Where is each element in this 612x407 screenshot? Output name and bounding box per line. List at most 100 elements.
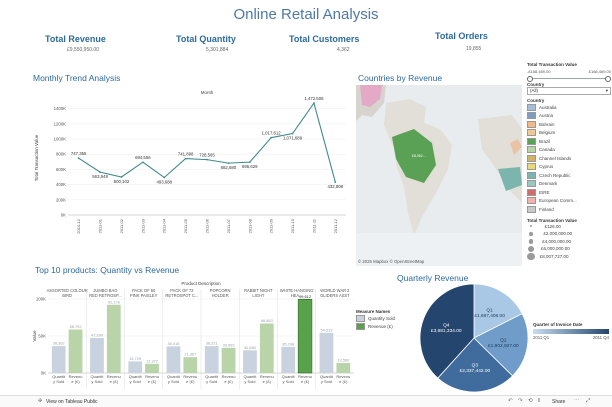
line-point[interactable] — [248, 161, 251, 164]
bar[interactable] — [90, 338, 104, 373]
legend-label: Canada — [539, 147, 555, 153]
bar-x-tick: y Sold — [321, 379, 332, 384]
line-point[interactable] — [163, 176, 166, 179]
line-point[interactable] — [313, 102, 315, 104]
monthly-line-chart: Month Total Transaction Value 0K 200K 400K 60… — [34, 90, 346, 234]
range-slider-max-handle[interactable] — [605, 76, 611, 82]
bar[interactable] — [281, 346, 296, 373]
country-legend-item[interactable]: Belgium — [527, 129, 611, 138]
bar-x-tick: e (£) — [224, 379, 233, 384]
line-point[interactable] — [120, 176, 123, 178]
bar[interactable] — [259, 323, 274, 373]
bar[interactable] — [145, 363, 159, 373]
line-data-label: 1,071,689 — [283, 136, 303, 141]
legend-swatch — [527, 197, 536, 205]
line-point[interactable] — [334, 181, 337, 184]
line-point[interactable] — [99, 171, 101, 174]
map-brazil-label: £8,052... — [412, 154, 426, 158]
country-legend-item[interactable]: Australia — [527, 103, 611, 112]
kpi-label: Total Orders — [435, 31, 488, 41]
bar-data-label: 30,680 — [244, 345, 257, 350]
bar[interactable] — [297, 298, 313, 374]
line-data-label: 500,102 — [114, 179, 130, 184]
legend-item-revenue[interactable]: Revenue (£) — [356, 323, 406, 332]
country-legend-item[interactable]: Canada — [527, 146, 611, 155]
bar[interactable] — [243, 350, 257, 373]
line-point[interactable] — [227, 162, 230, 165]
country-legend-item[interactable]: Bahrain — [527, 120, 611, 129]
bar[interactable] — [51, 346, 66, 373]
revert-icon[interactable]: ⟲ — [528, 398, 533, 404]
line-x-tick: 2011-09 — [269, 218, 274, 233]
more-options-icon[interactable]: ⋯ — [574, 398, 580, 404]
line-x-header: Month — [201, 90, 214, 95]
line-y-tick: 600K — [56, 167, 66, 172]
tableau-logo-icon: ✣ — [38, 398, 43, 404]
line-data-label: 493,688 — [156, 179, 172, 184]
line-y-tick: 1400K — [54, 106, 67, 111]
line-point[interactable] — [184, 157, 187, 160]
country-legend-item[interactable]: EIRE — [527, 188, 611, 197]
bar-x-header: Product Description — [181, 281, 221, 286]
legend-swatch — [527, 120, 536, 128]
undo-icon[interactable]: ↶ — [508, 398, 513, 404]
kpi-total-quantity: Total Quantity 5,301,884 — [176, 34, 236, 53]
legend-swatch — [527, 112, 536, 120]
bar[interactable] — [166, 346, 181, 373]
bar-group-label: HOLDER — [212, 293, 229, 298]
pause-icon[interactable]: ‖ — [538, 398, 540, 404]
bar[interactable] — [68, 329, 83, 373]
bar-data-label: 47,260 — [91, 333, 104, 338]
line-x-tick: 2011-03 — [140, 218, 145, 233]
size-legend-label: £2,000,000.00 — [543, 231, 573, 237]
view-on-tableau-link[interactable]: View on Tableau Public — [46, 399, 98, 405]
country-legend-item[interactable]: Brazil — [527, 137, 611, 146]
country-legend-item[interactable]: Finland — [527, 205, 611, 214]
line-point[interactable] — [206, 158, 208, 161]
bar-x-tick: y Sold — [91, 379, 102, 384]
chevron-down-icon: ▾ — [605, 88, 608, 93]
pie-label-quarter: Q1 — [486, 308, 493, 314]
legend-item-quantity[interactable]: Quantity Sold — [356, 314, 406, 323]
line-y-tick: 1200K — [54, 121, 67, 126]
country-dropdown[interactable]: (All) ▾ — [527, 87, 611, 95]
size-legend-item: £8,007,727.00 — [527, 252, 611, 261]
country-legend-item[interactable]: Cyprus — [527, 163, 611, 172]
bar[interactable] — [221, 347, 236, 373]
bar-data-label: 21,367 — [184, 352, 196, 357]
kpi-value: 4,362 — [337, 47, 350, 53]
bar-y-tick: 50K — [38, 334, 46, 339]
country-legend-item[interactable]: Austria — [527, 112, 611, 121]
bar[interactable] — [336, 362, 351, 373]
share-button[interactable]: Share — [552, 399, 565, 405]
line-y-tick: 800K — [56, 152, 66, 157]
kpi-label: Total Revenue — [45, 34, 106, 44]
countries-map[interactable]: £8,052... © 2025 Mapbox © OpenStreetMap — [356, 85, 522, 266]
range-slider[interactable] — [527, 75, 611, 82]
size-legend-item: £126.00 — [527, 223, 611, 231]
bar[interactable] — [183, 357, 198, 373]
line-point[interactable] — [270, 136, 273, 139]
range-slider-min-handle[interactable] — [527, 76, 533, 82]
bar[interactable] — [319, 332, 334, 373]
bar-data-label: 36,016 — [168, 341, 180, 346]
size-legend-item: £4,000,000.00 — [527, 238, 611, 246]
legend-label: European Comm... — [539, 198, 577, 204]
country-legend-item[interactable]: Czech Republic — [527, 171, 611, 180]
bar[interactable] — [204, 346, 219, 373]
fullscreen-icon[interactable]: ⤢ — [586, 398, 590, 405]
size-legend-dot — [529, 225, 533, 228]
country-legend-item[interactable]: Denmark — [527, 180, 611, 189]
line-point[interactable] — [141, 161, 144, 164]
line-point[interactable] — [291, 132, 294, 135]
bar[interactable] — [106, 304, 121, 373]
line-x-tick: 2011-01 — [98, 218, 103, 233]
bar-x-tick: y Sold — [206, 379, 217, 384]
bar-data-label: 36,362 — [53, 341, 65, 346]
country-legend-item[interactable]: Channel Islands — [527, 154, 611, 163]
line-point[interactable] — [77, 157, 80, 160]
redo-icon[interactable]: ↷ — [518, 398, 523, 404]
bar-x-tick: y Sold — [283, 379, 294, 384]
country-legend-item[interactable]: European Comm... — [527, 197, 611, 206]
bar[interactable] — [128, 361, 143, 373]
